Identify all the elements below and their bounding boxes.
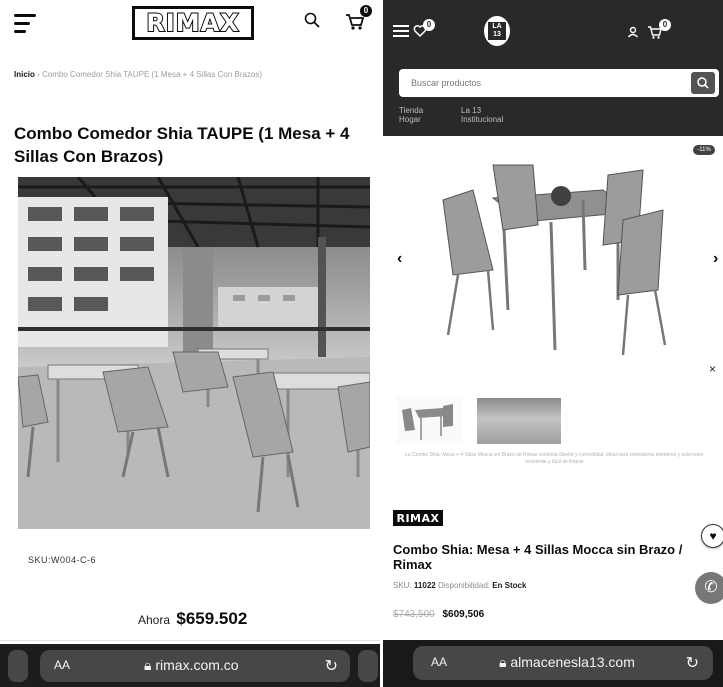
gallery-next-icon[interactable]: › <box>713 250 718 268</box>
tab-stub-right[interactable] <box>358 650 378 682</box>
gallery-thumbnail-2[interactable] <box>477 398 561 444</box>
gallery-thumbnail-1[interactable] <box>397 396 463 444</box>
brand-logo[interactable]: RIMAX <box>393 510 443 526</box>
sku-availability: SKU: 11022 Disponibilidad: En Stock <box>393 581 526 590</box>
address-url: 🔒︎ almacenesla13.com <box>499 654 635 671</box>
price-label: Ahora <box>138 613 171 627</box>
price-block: $743,500 $609,506 <box>393 609 484 620</box>
logo-text: LA 13 <box>488 22 506 40</box>
gallery-prev-icon[interactable]: ‹ <box>397 250 402 268</box>
reload-icon[interactable]: ↻ <box>686 653 699 673</box>
price-value: $659.502 <box>176 609 248 628</box>
availability-label: Disponibilidad: <box>437 581 490 590</box>
wishlist-count-badge: 0 <box>423 19 435 31</box>
lock-icon: 🔒︎ <box>144 657 152 673</box>
search-input[interactable] <box>399 69 679 97</box>
logo-text: RIMAX <box>145 8 240 38</box>
terrace-dining-scene <box>17 176 371 529</box>
breadcrumb-current: Combo Comedor Shia TAUPE (1 Mesa + 4 Sil… <box>42 70 263 79</box>
whatsapp-icon[interactable]: ✆ <box>695 572 723 604</box>
availability-value: En Stock <box>492 581 527 590</box>
reader-aa-button[interactable]: AA <box>431 655 447 669</box>
rimax-logo[interactable]: RIMAX <box>132 6 254 40</box>
breadcrumb-home[interactable]: Inicio <box>14 70 35 79</box>
product-photo[interactable] <box>17 176 371 529</box>
close-icon[interactable]: × <box>709 362 716 376</box>
search-button[interactable] <box>691 72 715 94</box>
search-icon <box>697 77 709 89</box>
cart-count-badge: 0 <box>360 5 372 17</box>
lock-icon: 🔒︎ <box>499 654 507 670</box>
menu-icon[interactable] <box>393 25 409 37</box>
old-price: $743,500 <box>393 609 435 620</box>
nav-item-tienda-hogar[interactable]: Tienda Hogar <box>399 106 423 124</box>
sku-label: SKU: <box>393 581 412 590</box>
url-text: rimax.com.co <box>155 657 239 673</box>
site-header: RIMAX 0 <box>0 0 380 48</box>
product-main-image[interactable] <box>433 160 683 360</box>
breadcrumb-separator: › <box>37 70 40 79</box>
product-description: La Combo Shia: Mesa + 4 Sillas Mocca sin… <box>405 452 705 465</box>
address-url: 🔒︎ rimax.com.co <box>144 657 239 674</box>
nav-item-la13-institucional[interactable]: La 13 Institucional <box>461 106 503 124</box>
screen: RIMAX 0 Inicio › Combo Comedor Shia TAUP… <box>0 0 723 687</box>
la13-logo[interactable]: LA 13 <box>484 16 510 46</box>
cart-count-badge: 0 <box>659 19 671 31</box>
product-title: Combo Comedor Shia TAUPE (1 Mesa + 4 Sil… <box>14 124 350 166</box>
search-bar <box>399 69 719 97</box>
sku-value: 11022 <box>413 581 436 590</box>
menu-icon[interactable] <box>14 14 36 33</box>
breadcrumb: Inicio › Combo Comedor Shia TAUPE (1 Mes… <box>14 70 374 79</box>
product-sku: SKU:W004-C-6 <box>28 555 97 565</box>
wishlist-heart-icon[interactable]: ♥ <box>701 524 723 548</box>
search-icon[interactable] <box>304 12 320 28</box>
reload-icon[interactable]: ↻ <box>325 656 338 676</box>
user-icon[interactable] <box>627 26 639 38</box>
discount-badge: -11% <box>693 145 715 155</box>
url-text: almacenesla13.com <box>510 654 635 670</box>
tab-stub-left[interactable] <box>8 650 28 682</box>
la13-product-page: 0 LA13 0 TiendaHogar La 13Institucional … <box>383 0 723 687</box>
address-bar[interactable]: AA 🔒︎ rimax.com.co ↻ <box>40 650 350 682</box>
price-value: $609,506 <box>442 609 485 620</box>
rimax-product-page: RIMAX 0 Inicio › Combo Comedor Shia TAUP… <box>0 0 380 687</box>
site-header: 0 LA13 0 TiendaHogar La 13Institucional <box>383 0 723 136</box>
product-title: Combo Shia: Mesa + 4 Sillas Mocca sin Br… <box>393 542 683 572</box>
price-block: Ahora $659.502 <box>138 609 247 629</box>
address-bar[interactable]: AA 🔒︎ almacenesla13.com ↻ <box>413 646 713 680</box>
reader-aa-button[interactable]: AA <box>54 658 70 672</box>
divider <box>0 640 380 641</box>
